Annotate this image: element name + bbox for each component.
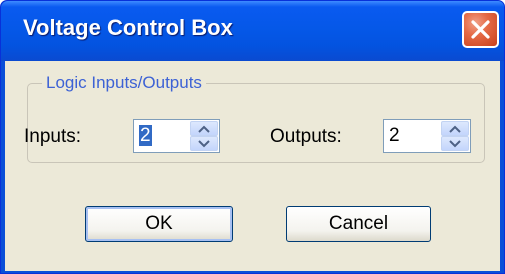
outputs-label: Outputs: [270,126,342,147]
outputs-spin-buttons [441,121,469,151]
arrow-up-icon [198,125,210,133]
dialog-window: Voltage Control Box Logic Inputs/Outputs… [0,0,505,274]
ok-button[interactable]: OK [85,206,233,242]
close-button[interactable] [462,11,499,48]
arrow-down-icon [449,140,461,148]
inputs-label: Inputs: [24,126,82,147]
arrow-up-icon [449,125,461,133]
inputs-spin-buttons [190,121,218,151]
arrow-down-icon [198,140,210,148]
inputs-spin-up-button[interactable] [190,121,218,136]
outputs-spinbox[interactable]: 2 [383,119,471,153]
close-x-icon [471,20,490,39]
outputs-spin-up-button[interactable] [441,121,469,136]
groupbox-legend: Logic Inputs/Outputs [42,73,206,93]
outputs-spin-down-button[interactable] [441,136,469,151]
title-bar[interactable]: Voltage Control Box [1,1,504,61]
inputs-spin-down-button[interactable] [190,136,218,151]
cancel-button[interactable]: Cancel [286,206,431,242]
inputs-value[interactable]: 2 [139,125,152,147]
window-title: Voltage Control Box [23,15,233,40]
inputs-spinbox[interactable]: 2 [133,119,220,153]
outputs-value[interactable]: 2 [389,125,400,147]
dialog-client-area: Logic Inputs/Outputs Inputs: 2 Outputs: … [5,61,500,271]
